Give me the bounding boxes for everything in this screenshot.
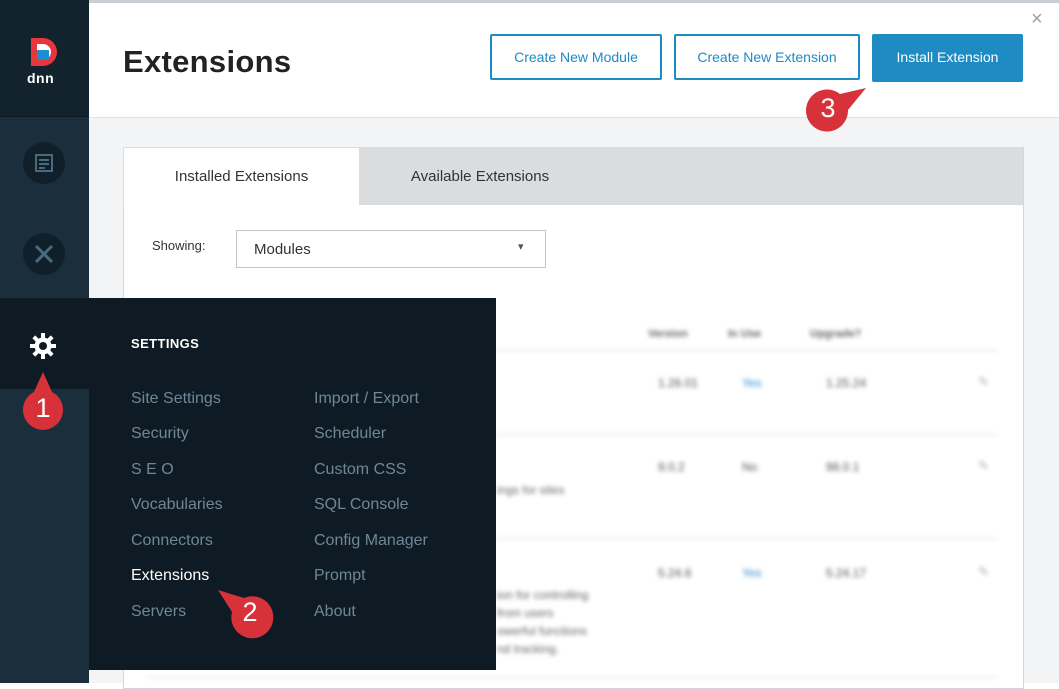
row-version: 9.0.2 <box>658 460 685 474</box>
tab-installed-extensions[interactable]: Installed Extensions <box>124 148 359 206</box>
callout-number-2: 2 <box>242 597 258 627</box>
callout-number-1: 1 <box>35 393 51 423</box>
menu-vocabularies[interactable]: Vocabularies <box>131 496 223 514</box>
create-new-module-button[interactable]: Create New Module <box>490 34 662 80</box>
col-header-version: Version <box>648 328 688 340</box>
row-upgrade: 1.25.24 <box>826 376 867 390</box>
row-version: 5.24.6 <box>658 566 692 580</box>
menu-custom-css[interactable]: Custom CSS <box>314 461 406 479</box>
row-divider <box>496 538 998 539</box>
edit-pencil-icon[interactable]: ✎ <box>978 564 989 580</box>
menu-security[interactable]: Security <box>131 425 189 443</box>
row-description: ings for sites <box>497 483 565 497</box>
row-divider <box>496 350 998 351</box>
page-title: Extensions <box>123 44 292 79</box>
row-version: 1.26.01 <box>658 376 699 390</box>
menu-sql-console[interactable]: SQL Console <box>314 496 409 514</box>
tab-available-extensions[interactable]: Available Extensions <box>360 148 600 206</box>
row-divider <box>496 434 998 435</box>
install-extension-button[interactable]: Install Extension <box>872 34 1023 82</box>
showing-label: Showing: <box>152 238 206 253</box>
row-divider <box>146 677 998 678</box>
menu-prompt[interactable]: Prompt <box>314 567 366 585</box>
row-description: ion for controlling from users owerful f… <box>497 588 589 656</box>
edit-pencil-icon[interactable]: ✎ <box>978 458 989 474</box>
tools-icon <box>34 244 54 264</box>
menu-seo[interactable]: S E O <box>131 461 174 479</box>
row-in-use[interactable]: Yes <box>742 566 762 580</box>
row-in-use[interactable]: Yes <box>742 376 762 390</box>
logo-text: dnn <box>27 70 55 86</box>
gear-icon <box>30 333 56 359</box>
logo-cell[interactable]: dnn <box>0 0 89 117</box>
menu-import-export[interactable]: Import / Export <box>314 390 419 408</box>
row-in-use: No <box>742 460 758 474</box>
settings-heading: SETTINGS <box>131 336 200 351</box>
dnn-logo-icon <box>31 38 57 66</box>
menu-config-manager[interactable]: Config Manager <box>314 532 428 550</box>
select-value: Modules <box>254 241 311 258</box>
close-icon[interactable]: × <box>1031 8 1043 31</box>
menu-connectors[interactable]: Connectors <box>131 532 213 550</box>
content-button[interactable] <box>23 142 65 184</box>
chevron-down-icon: ▾ <box>518 241 524 253</box>
create-new-extension-button[interactable]: Create New Extension <box>674 34 860 80</box>
menu-site-settings[interactable]: Site Settings <box>131 390 221 408</box>
callout-number-3: 3 <box>820 93 836 123</box>
menu-servers[interactable]: Servers <box>131 603 186 621</box>
content-icon <box>35 154 53 172</box>
col-header-in-use: In Use <box>728 328 762 340</box>
menu-about[interactable]: About <box>314 603 356 621</box>
menu-extensions[interactable]: Extensions <box>131 567 209 585</box>
row-upgrade: 98.0.1 <box>826 460 860 474</box>
tools-button[interactable] <box>23 233 65 275</box>
col-header-upgrade: Upgrade? <box>810 328 862 340</box>
menu-scheduler[interactable]: Scheduler <box>314 425 386 443</box>
row-upgrade: 5.24.17 <box>826 566 867 580</box>
edit-pencil-icon[interactable]: ✎ <box>978 374 989 390</box>
